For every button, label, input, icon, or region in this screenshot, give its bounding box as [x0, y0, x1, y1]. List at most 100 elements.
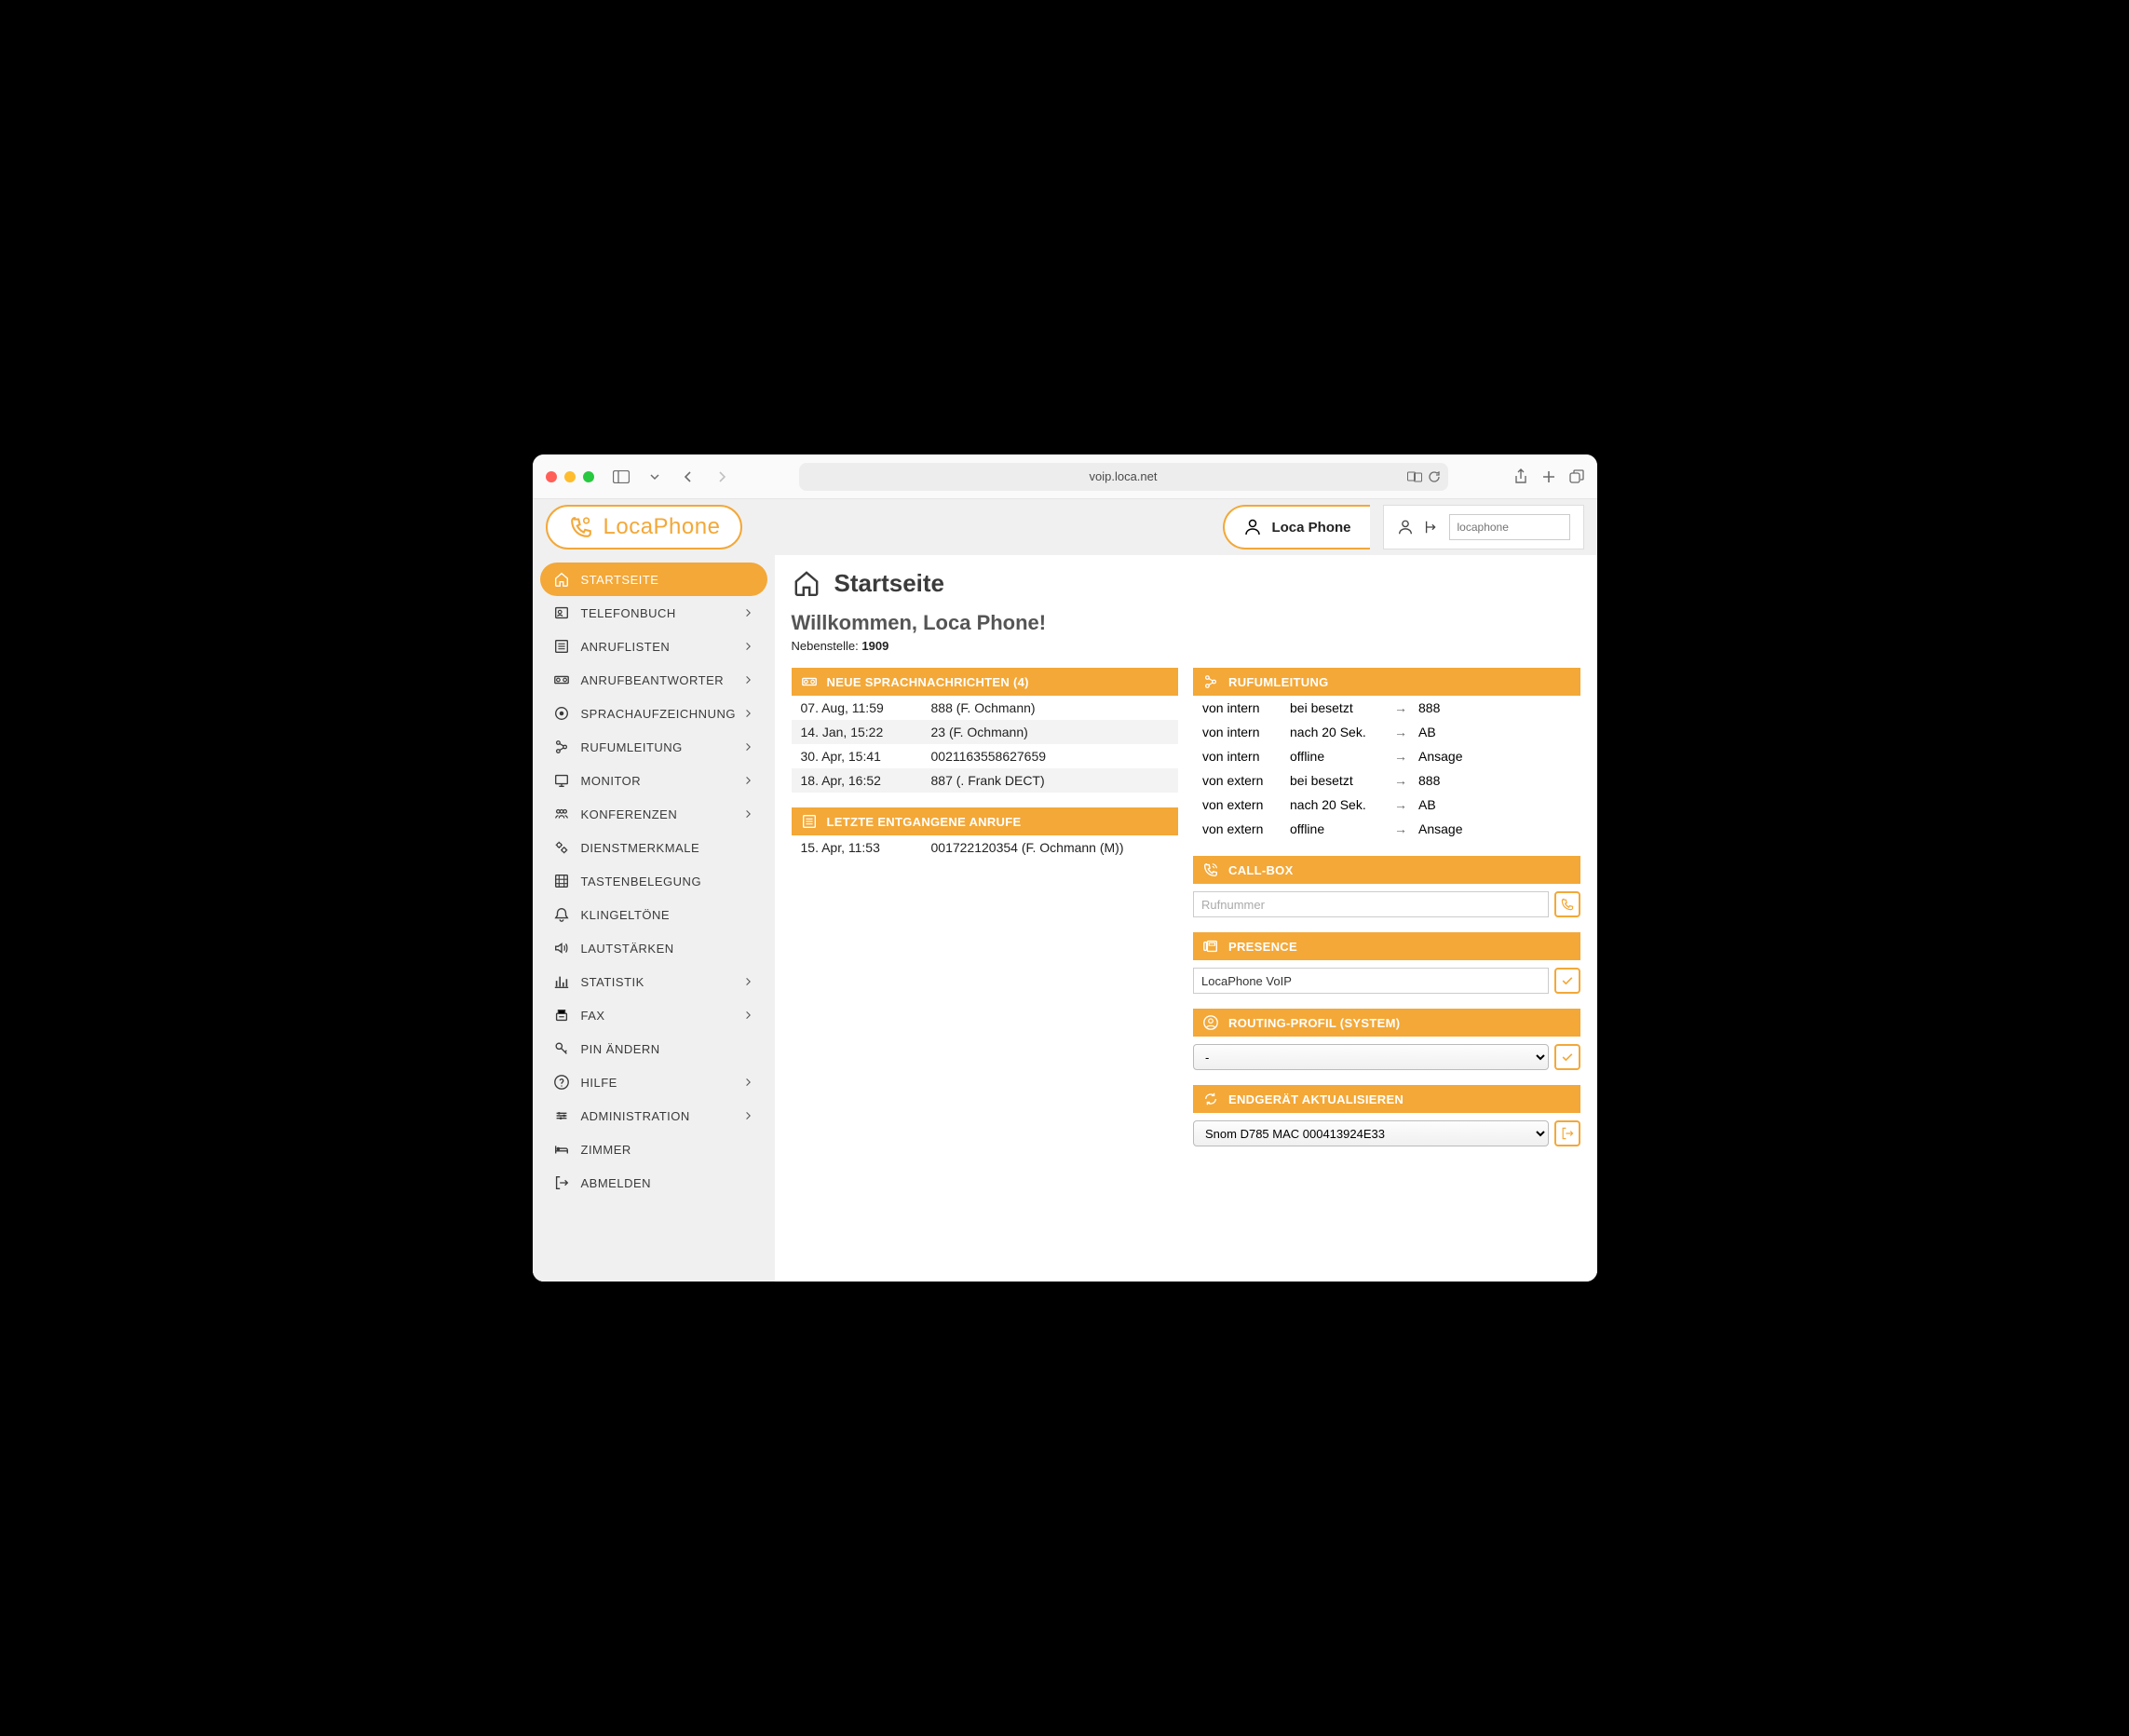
refresh-icon [1202, 1091, 1219, 1107]
user-small-icon[interactable] [1397, 519, 1414, 536]
profile-select[interactable]: - [1193, 1044, 1549, 1070]
fax-icon [553, 1007, 570, 1024]
device-header-text: ENDGERÄT AKTUALISIEREN [1228, 1092, 1404, 1106]
profile-header[interactable]: ROUTING-PROFIL (SYSTEM) [1193, 1009, 1580, 1037]
share-icon[interactable] [1513, 468, 1528, 485]
presence-header-text: PRESENCE [1228, 940, 1297, 954]
sidebar: STARTSEITE TELEFONBUCH ANRUFLISTEN ANRUFBEA… [533, 555, 775, 1282]
routing-source: von extern [1202, 821, 1279, 836]
routing-row[interactable]: von externbei besetzt→888 [1193, 768, 1580, 793]
chevron-right-icon [743, 640, 754, 653]
sidebar-toggle-icon[interactable] [609, 465, 633, 489]
sidebar-item-administration[interactable]: ADMINISTRATION [540, 1099, 767, 1132]
window-minimize[interactable] [564, 471, 576, 482]
presence-confirm-button[interactable] [1554, 968, 1580, 994]
sidebar-item-label: ABMELDEN [581, 1176, 652, 1190]
window-zoom[interactable] [583, 471, 594, 482]
sidebar-item-klingeltöne[interactable]: KLINGELTÖNE [540, 898, 767, 931]
new-tab-icon[interactable] [1541, 468, 1556, 485]
browser-window: voip.loca.net LocaPhone Loca Phone [533, 454, 1597, 1282]
sidebar-item-startseite[interactable]: STARTSEITE [540, 563, 767, 596]
sidebar-item-label: STATISTIK [581, 975, 644, 989]
routing-source: von extern [1202, 797, 1279, 812]
voicemail-time: 18. Apr, 16:52 [801, 773, 913, 788]
extension-value: 1909 [861, 639, 888, 653]
nav-forward-icon[interactable] [710, 465, 734, 489]
services-icon [553, 839, 570, 856]
routing-row[interactable]: von internoffline→Ansage [1193, 744, 1580, 768]
user-icon [1243, 518, 1262, 536]
reload-icon[interactable] [1428, 470, 1441, 483]
voicemail-text: 888 (F. Ochmann) [931, 700, 1036, 715]
browser-chrome: voip.loca.net [533, 454, 1597, 499]
sidebar-item-lautstärken[interactable]: LAUTSTÄRKEN [540, 931, 767, 965]
missed-header[interactable]: LETZTE ENTGANGENE ANRUFE [792, 807, 1179, 835]
sidebar-item-pin-ändern[interactable]: PIN ÄNDERN [540, 1032, 767, 1065]
phonewave-icon [1202, 861, 1219, 878]
sidebar-item-fax[interactable]: FAX [540, 998, 767, 1032]
presence-input[interactable] [1193, 968, 1549, 994]
presence-header[interactable]: PRESENCE [1193, 932, 1580, 960]
routing-source: von intern [1202, 725, 1279, 739]
voicemail-row[interactable]: 07. Aug, 11:59888 (F. Ochmann) [792, 696, 1179, 720]
presence-panel: PRESENCE [1193, 932, 1580, 994]
arrow-right-icon: → [1394, 700, 1407, 715]
sidebar-item-zimmer[interactable]: ZIMMER [540, 1132, 767, 1166]
logo[interactable]: LocaPhone [546, 505, 743, 549]
sidebar-item-rufumleitung[interactable]: RUFUMLEITUNG [540, 730, 767, 764]
sidebar-item-statistik[interactable]: STATISTIK [540, 965, 767, 998]
sidebar-item-sprachaufzeichnung[interactable]: SPRACHAUFZEICHNUNG [540, 697, 767, 730]
chevron-right-icon [743, 774, 754, 787]
window-close[interactable] [546, 471, 557, 482]
url-bar[interactable]: voip.loca.net [799, 463, 1448, 491]
sidebar-item-hilfe[interactable]: HILFE [540, 1065, 767, 1099]
tabs-icon[interactable] [1569, 468, 1584, 485]
sidebar-item-abmelden[interactable]: ABMELDEN [540, 1166, 767, 1200]
sidebar-item-label: STARTSEITE [581, 573, 659, 587]
voicemail-time: 30. Apr, 15:41 [801, 749, 913, 764]
nav-back-icon[interactable] [676, 465, 700, 489]
callbox-input[interactable] [1193, 891, 1549, 917]
sidebar-item-anrufbeantworter[interactable]: ANRUFBEANTWORTER [540, 663, 767, 697]
sidebar-item-monitor[interactable]: MONITOR [540, 764, 767, 797]
device-panel: ENDGERÄT AKTUALISIEREN Snom D785 MAC 000… [1193, 1085, 1580, 1146]
sidebar-item-anruflisten[interactable]: ANRUFLISTEN [540, 630, 767, 663]
call-button[interactable] [1554, 891, 1580, 917]
user-name: Loca Phone [1271, 520, 1350, 536]
sidebar-item-label: MONITOR [581, 774, 642, 788]
sidebar-item-tastenbelegung[interactable]: TASTENBELEGUNG [540, 864, 767, 898]
device-header[interactable]: ENDGERÄT AKTUALISIEREN [1193, 1085, 1580, 1113]
chevron-right-icon [743, 975, 754, 988]
callbox-header[interactable]: CALL-BOX [1193, 856, 1580, 884]
brand-text: LocaPhone [603, 514, 721, 540]
profile-confirm-button[interactable] [1554, 1044, 1580, 1070]
routing-row[interactable]: von internbei besetzt→888 [1193, 696, 1580, 720]
user-pill[interactable]: Loca Phone [1223, 505, 1369, 549]
voicemail-header[interactable]: NEUE SPRACHNACHRICHTEN (4) [792, 668, 1179, 696]
forward-icon [1202, 673, 1219, 690]
header-search-input[interactable] [1449, 514, 1570, 540]
voicemail-text: 23 (F. Ochmann) [931, 725, 1028, 739]
sidebar-item-konferenzen[interactable]: KONFERENZEN [540, 797, 767, 831]
translate-icon[interactable] [1407, 470, 1422, 483]
logout-icon[interactable] [1423, 519, 1440, 536]
chevron-down-icon[interactable] [643, 465, 667, 489]
routing-row[interactable]: von externnach 20 Sek.→AB [1193, 793, 1580, 817]
help-icon [553, 1074, 570, 1091]
sidebar-item-telefonbuch[interactable]: TELEFONBUCH [540, 596, 767, 630]
header-right [1383, 505, 1584, 549]
sidebar-item-label: TELEFONBUCH [581, 606, 676, 620]
routing-row[interactable]: von internnach 20 Sek.→AB [1193, 720, 1580, 744]
deskphone-icon [1202, 938, 1219, 955]
device-select[interactable]: Snom D785 MAC 000413924E33 [1193, 1120, 1549, 1146]
voicemail-row[interactable]: 30. Apr, 15:410021163558627659 [792, 744, 1179, 768]
missed-row[interactable]: 15. Apr, 11:53001722120354 (F. Ochmann (… [792, 835, 1179, 860]
device-action-button[interactable] [1554, 1120, 1580, 1146]
voicemail-row[interactable]: 18. Apr, 16:52887 (. Frank DECT) [792, 768, 1179, 793]
voicemail-row[interactable]: 14. Jan, 15:2223 (F. Ochmann) [792, 720, 1179, 744]
routing-row[interactable]: von externoffline→Ansage [1193, 817, 1580, 841]
routing-header[interactable]: RUFUMLEITUNG [1193, 668, 1580, 696]
sidebar-item-label: ANRUFBEANTWORTER [581, 673, 725, 687]
chevron-right-icon [743, 1009, 754, 1022]
sidebar-item-dienstmerkmale[interactable]: DIENSTMERKMALE [540, 831, 767, 864]
